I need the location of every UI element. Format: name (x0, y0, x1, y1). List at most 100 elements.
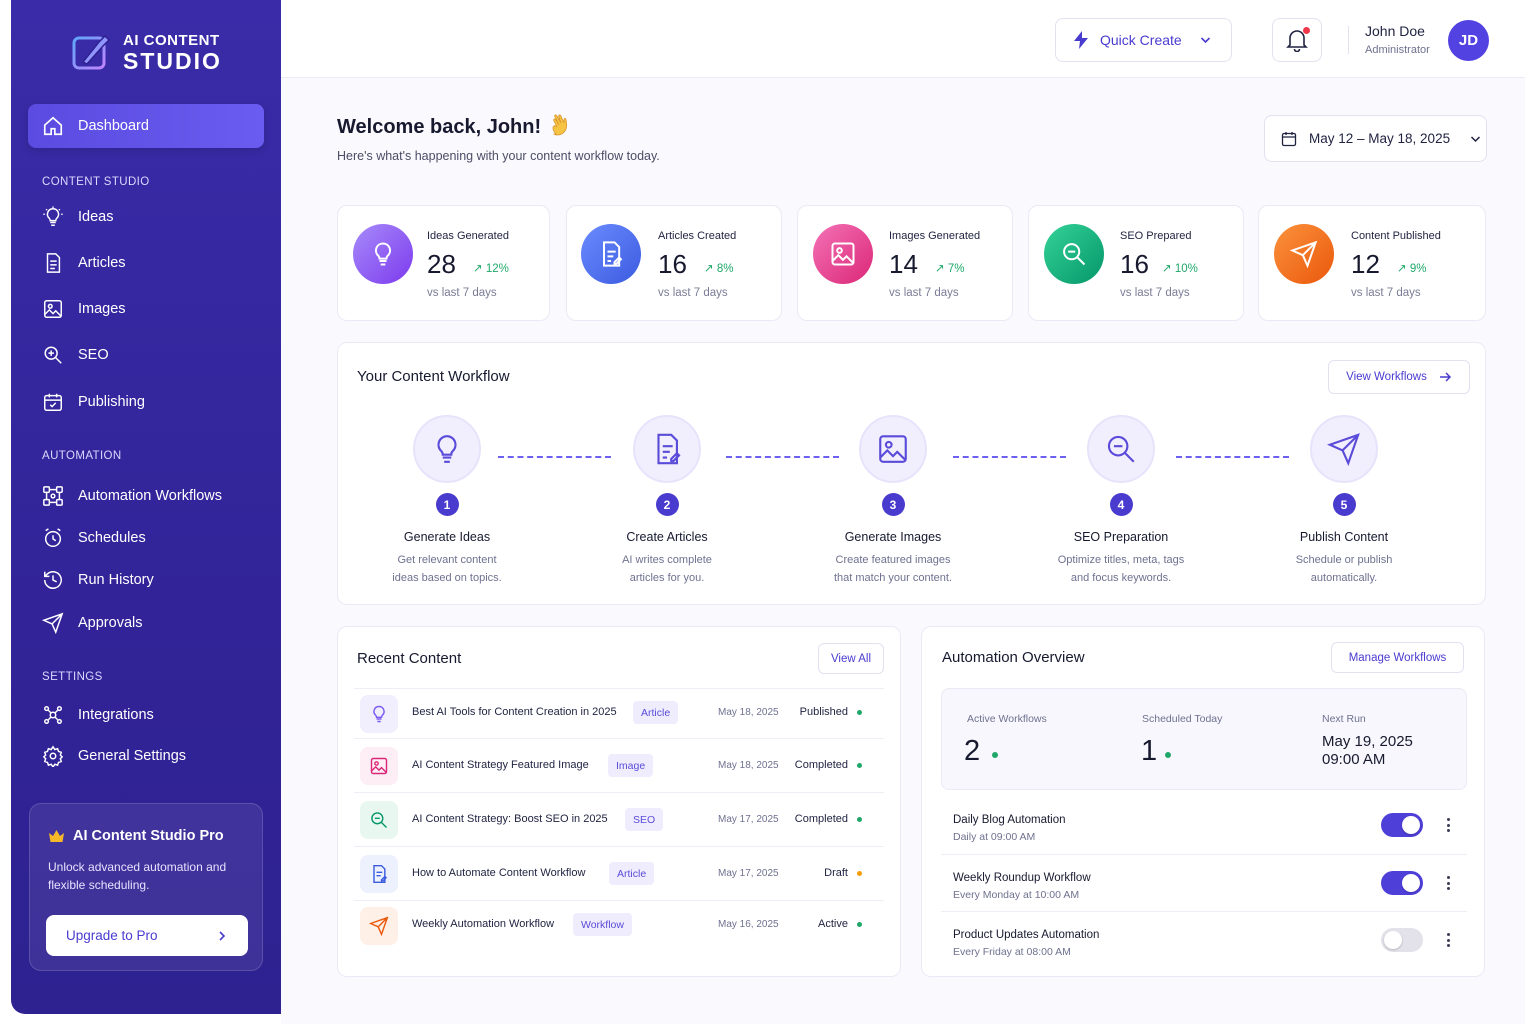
calendar-icon (1281, 131, 1297, 146)
sidebar-item-seo[interactable]: SEO (28, 333, 264, 377)
stat-value: 28 (427, 249, 456, 279)
stat-value: 14 (889, 249, 918, 279)
stat-card-ideas[interactable]: Ideas Generated 28 ↗ 12% vs last 7 days (337, 205, 550, 321)
status-dot (857, 817, 862, 822)
list-item[interactable]: How to Automate Content Workflow Article… (354, 846, 884, 900)
lightbulb-icon (353, 224, 413, 284)
automation-row[interactable]: Weekly Roundup Workflow Every Monday at … (941, 854, 1467, 911)
content-type-badge: Article (609, 862, 655, 885)
workflow-step-1[interactable]: 1 Generate Ideas Get relevant content ide… (347, 415, 547, 587)
content-type-badge: Image (608, 754, 654, 777)
app-logo[interactable]: AI CONTENT STUDIO (71, 32, 222, 74)
step-description: Schedule or publish automatically. (1295, 554, 1393, 584)
stat-card-seo[interactable]: SEO Prepared 16 ↗ 10% vs last 7 days (1028, 205, 1244, 321)
content-title: Best AI Tools for Content Creation in 20… (412, 706, 617, 718)
page-subtitle: Here's what's happening with your conten… (337, 149, 660, 163)
automation-toggle[interactable] (1381, 813, 1423, 837)
stat-card-articles[interactable]: Articles Created 16 ↗ 8% vs last 7 days (566, 205, 782, 321)
notification-badge (1303, 27, 1310, 34)
automation-toggle[interactable] (1381, 871, 1423, 895)
workflow-step-2[interactable]: 2 Create Articles AI writes complete arti… (567, 415, 767, 587)
automation-schedule: Every Monday at 10:00 AM (953, 889, 1080, 901)
sidebar-item-publishing[interactable]: Publishing (28, 380, 264, 424)
sidebar: AI CONTENT STUDIO Dashboard CONTENT STUD… (11, 0, 281, 1014)
date-range-picker[interactable]: May 12 – May 18, 2025 (1264, 115, 1487, 162)
sidebar-item-label: Run History (78, 572, 154, 588)
sidebar-item-ideas[interactable]: Ideas (28, 195, 264, 239)
sidebar-item-label: SEO (78, 347, 109, 363)
status-text: Completed (794, 759, 848, 771)
automation-name: Product Updates Automation (953, 929, 1100, 941)
chevron-down-icon (1200, 37, 1210, 44)
list-item[interactable]: Best AI Tools for Content Creation in 20… (354, 688, 884, 738)
stat-label: SEO Prepared (1120, 230, 1192, 242)
stat-footnote: vs last 7 days (889, 287, 959, 299)
sidebar-item-schedules[interactable]: Schedules (28, 516, 264, 560)
sidebar-item-general-settings[interactable]: General Settings (28, 734, 264, 778)
seo-search-icon (1044, 224, 1104, 284)
upgrade-button[interactable]: Upgrade to Pro (46, 915, 248, 956)
avatar[interactable]: JD (1448, 20, 1489, 61)
manage-workflows-button[interactable]: Manage Workflows (1331, 642, 1464, 673)
chevron-down-icon (1471, 135, 1481, 142)
content-date: May 16, 2025 (718, 919, 779, 930)
workflow-title: Your Content Workflow (357, 368, 510, 385)
workflow-step-4[interactable]: 4 SEO Preparation Optimize titles, meta,… (1021, 415, 1221, 587)
content-date: May 18, 2025 (718, 707, 779, 718)
lightbulb-icon (413, 415, 481, 483)
stat-card-published[interactable]: Content Published 12 ↗ 9% vs last 7 days (1258, 205, 1486, 321)
content-date: May 17, 2025 (718, 868, 779, 879)
lightbulb-icon (43, 206, 63, 226)
sidebar-item-articles[interactable]: Articles (28, 241, 264, 285)
sidebar-item-automation-workflows[interactable]: Automation Workflows (28, 474, 264, 518)
notifications-button[interactable] (1272, 18, 1322, 62)
recent-content-card: Recent Content View All Best AI Tools fo… (337, 626, 901, 977)
status-dot (857, 710, 862, 715)
stat-value: 16 (1120, 249, 1149, 279)
step-number: 2 (655, 493, 679, 516)
section-content-studio: CONTENT STUDIO (42, 176, 150, 188)
more-options-icon[interactable] (1444, 815, 1452, 835)
user-role: Administrator (1365, 44, 1430, 56)
automation-toggle[interactable] (1381, 928, 1423, 952)
status-dot (1165, 752, 1171, 758)
list-item[interactable]: AI Content Strategy: Boost SEO in 2025 S… (354, 792, 884, 846)
sidebar-item-images[interactable]: Images (28, 287, 264, 331)
list-item[interactable]: AI Content Strategy Featured Image Image… (354, 738, 884, 792)
step-description: Get relevant content ideas based on topic… (392, 554, 502, 584)
sidebar-item-label: Publishing (78, 394, 145, 410)
more-options-icon[interactable] (1444, 930, 1452, 950)
stat-change: ↗ 8% (704, 263, 734, 275)
status-text: Draft (824, 867, 848, 879)
sidebar-item-integrations[interactable]: Integrations (28, 693, 264, 737)
seo-search-icon (44, 346, 62, 364)
next-run-label: Next Run (1322, 713, 1366, 725)
sidebar-item-run-history[interactable]: Run History (28, 558, 264, 602)
view-all-button[interactable]: View All (818, 643, 884, 674)
sidebar-item-label: Integrations (78, 707, 154, 723)
quick-create-button[interactable]: Quick Create (1055, 18, 1232, 62)
list-item[interactable]: Weekly Automation Workflow Workflow May … (354, 900, 884, 950)
content-workflow-card: Your Content Workflow View Workflows 1 G… (337, 342, 1486, 605)
workflow-step-3[interactable]: 3 Generate Images Create featured images… (793, 415, 993, 587)
divider (1348, 26, 1349, 54)
stat-card-images[interactable]: Images Generated 14 ↗ 7% vs last 7 days (797, 205, 1013, 321)
stat-footnote: vs last 7 days (1351, 287, 1421, 299)
step-title: Generate Images (844, 530, 942, 544)
main-content: Welcome back, John! Here's what's happen… (281, 78, 1525, 1024)
quick-create-label: Quick Create (1100, 32, 1182, 48)
scheduled-today-label: Scheduled Today (1142, 713, 1223, 725)
step-title: Publish Content (1299, 530, 1389, 544)
sidebar-item-approvals[interactable]: Approvals (28, 601, 264, 645)
active-workflows-value: 2 (964, 735, 981, 767)
workflow-step-5[interactable]: 5 Publish Content Schedule or publish aut… (1244, 415, 1444, 587)
more-options-icon[interactable] (1444, 873, 1452, 893)
automation-row[interactable]: Product Updates Automation Every Friday … (941, 911, 1467, 968)
send-icon (1274, 224, 1334, 284)
active-workflows-label: Active Workflows (967, 713, 1047, 725)
waving-hand-icon (552, 114, 568, 136)
sidebar-item-dashboard[interactable]: Dashboard (28, 104, 264, 148)
view-workflows-button[interactable]: View Workflows (1328, 360, 1470, 394)
content-title: AI Content Strategy: Boost SEO in 2025 (412, 813, 608, 825)
automation-row[interactable]: Daily Blog Automation Daily at 09:00 AM (941, 797, 1467, 854)
